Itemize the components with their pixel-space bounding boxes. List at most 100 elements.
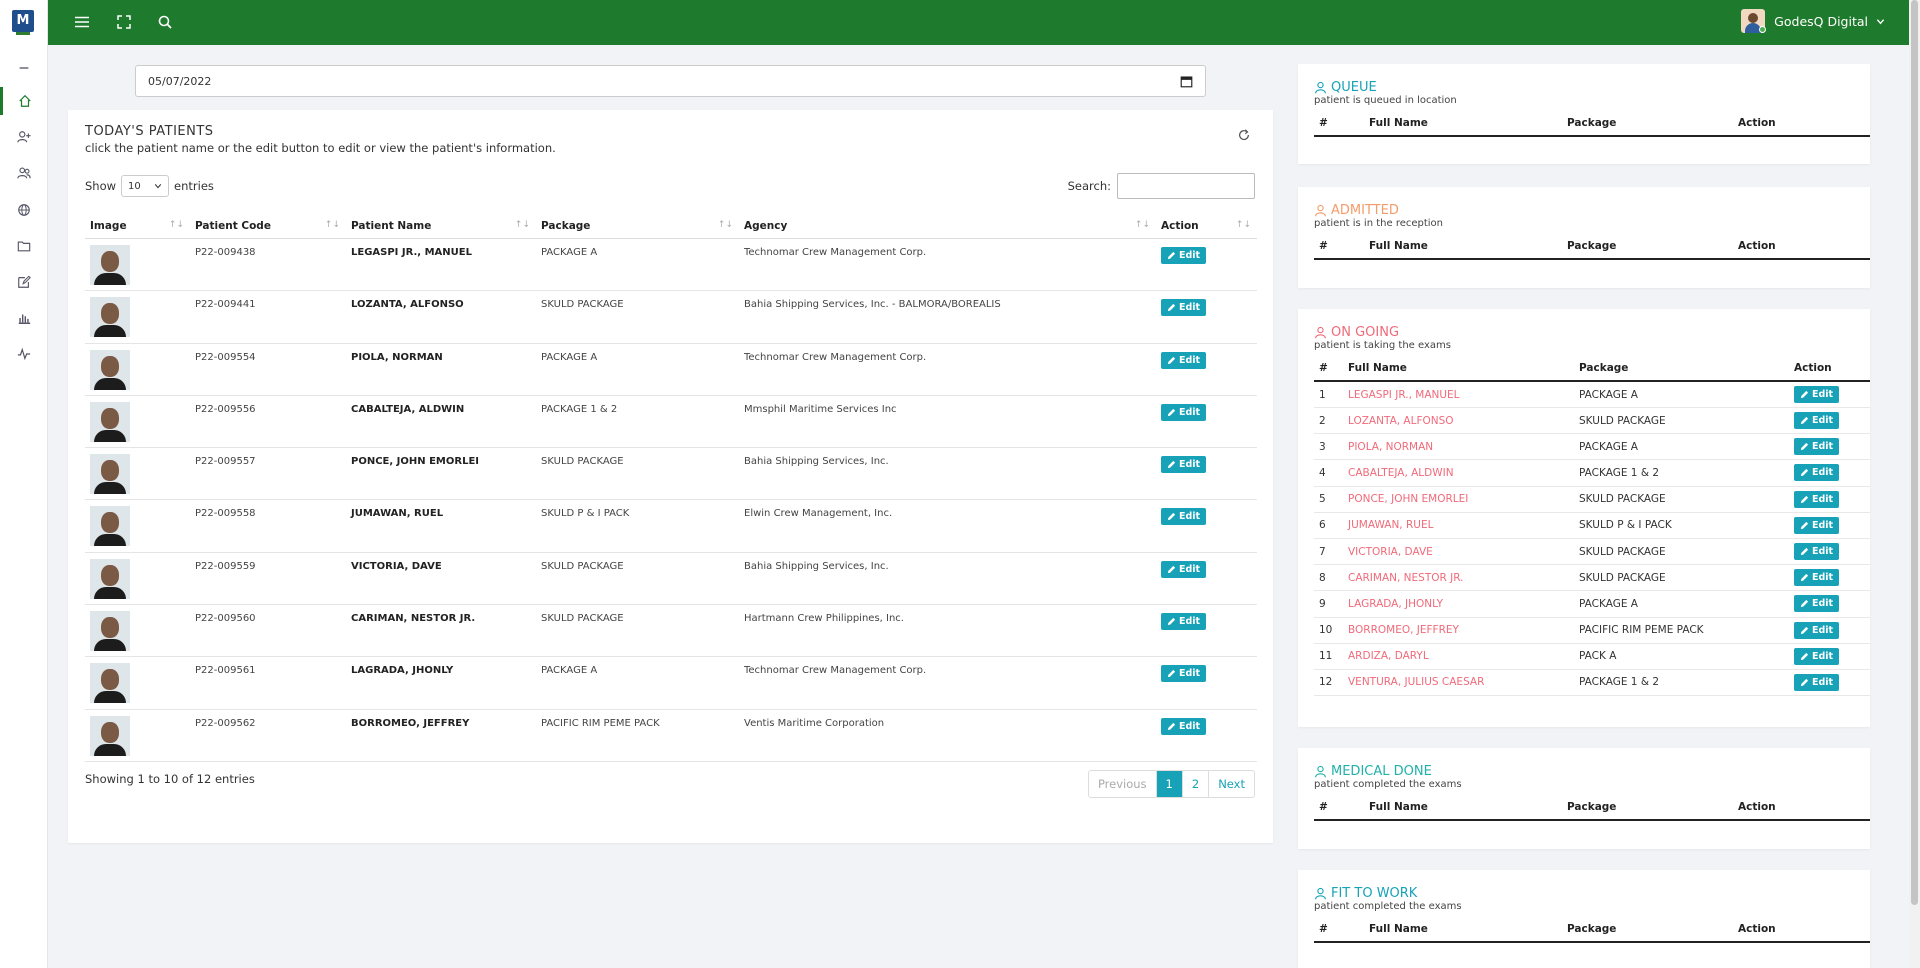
patient-image-cell — [85, 552, 190, 606]
column-header-package[interactable]: Package ↑↓ — [536, 210, 739, 239]
pencil-icon — [1167, 304, 1176, 312]
patient-name-link[interactable]: LOZANTA, ALFONSO — [346, 290, 536, 344]
pagination-next[interactable]: Next — [1208, 771, 1254, 797]
patient-package: SKULD PACKAGE — [536, 290, 739, 344]
search-icon[interactable] — [155, 12, 175, 32]
column-header-patient-name[interactable]: Patient Name ↑↓ — [346, 210, 536, 239]
sidebar-item-activity[interactable] — [0, 340, 47, 368]
column-header-image[interactable]: Image ↑↓ — [85, 210, 190, 239]
calendar-icon[interactable] — [1180, 75, 1193, 88]
edit-button[interactable]: Edit — [1794, 647, 1840, 665]
edit-button[interactable]: Edit — [1161, 560, 1207, 578]
edit-button[interactable]: Edit — [1794, 673, 1840, 691]
column-header-patient-code[interactable]: Patient Code ↑↓ — [190, 210, 346, 239]
user-menu[interactable]: GodesQ Digital — [1741, 9, 1885, 33]
edit-button[interactable]: Edit — [1794, 490, 1840, 508]
app-logo[interactable]: M — [12, 10, 34, 35]
edit-button[interactable]: Edit — [1794, 621, 1840, 639]
edit-button[interactable]: Edit — [1161, 247, 1207, 264]
patient-name-link[interactable]: CARIMAN, NESTOR JR. — [1343, 564, 1574, 592]
row-number: 3 — [1314, 433, 1343, 461]
sidebar-collapse-icon[interactable] — [0, 54, 47, 82]
patient-name-link[interactable]: JUMAWAN, RUEL — [1343, 512, 1574, 539]
search-input[interactable] — [1117, 173, 1255, 199]
patient-agency: Bahia Shipping Services, Inc. — [739, 447, 1156, 501]
patient-name-link[interactable]: CARIMAN, NESTOR JR. — [346, 604, 536, 658]
pagination-previous[interactable]: Previous — [1089, 771, 1156, 797]
patient-name-link[interactable]: BORROMEO, JEFFREY — [346, 709, 536, 762]
edit-button[interactable]: Edit — [1794, 569, 1840, 587]
patient-agency: Technomar Crew Management Corp. — [739, 238, 1156, 292]
sidebar-item-home[interactable] — [0, 87, 47, 115]
patient-name-link[interactable]: LAGRADA, JHONLY — [1343, 590, 1574, 618]
sidebar-item-add-patient[interactable] — [0, 123, 47, 151]
sidebar-item-records[interactable] — [0, 268, 47, 296]
todays-patients-card: TODAY'S PATIENTS click the patient name … — [68, 110, 1273, 843]
patient-package: PACKAGE A — [536, 343, 739, 396]
edit-button[interactable]: Edit — [1161, 456, 1207, 474]
pencil-icon — [1800, 469, 1809, 477]
date-filter-input[interactable]: 05/07/2022 — [135, 65, 1206, 97]
column-header-action[interactable]: Action ↑↓ — [1156, 210, 1257, 239]
sort-icon: ↑↓ — [168, 220, 184, 230]
row-number: 6 — [1314, 512, 1343, 539]
patient-name-link[interactable]: PONCE, JOHN EMORLEI — [1343, 486, 1574, 513]
patient-name-link[interactable]: ARDIZA, DARYL — [1343, 643, 1574, 670]
patient-name-link[interactable]: LEGASPI JR., MANUEL — [346, 238, 536, 292]
edit-button[interactable]: Edit — [1794, 386, 1840, 403]
patient-agency: Hartmann Crew Philippines, Inc. — [739, 604, 1156, 658]
row-number: 4 — [1314, 459, 1343, 487]
folder-icon — [17, 241, 30, 252]
patient-name-link[interactable]: VENTURA, JULIUS CAESAR — [1343, 669, 1574, 697]
page-scrollbar[interactable] — [1909, 0, 1920, 968]
edit-button[interactable]: Edit — [1161, 403, 1207, 421]
action-cell: Edit — [1156, 343, 1257, 396]
pagination-page-2[interactable]: 2 — [1181, 771, 1208, 797]
pencil-icon — [1800, 521, 1809, 529]
edit-button[interactable]: Edit — [1161, 613, 1207, 631]
patient-name-link[interactable]: CABALTEJA, ALDWIN — [346, 395, 536, 449]
action-cell: Edit — [1156, 709, 1257, 762]
ongoing-row: 7 VICTORIA, DAVE SKULD PACKAGE Edit — [1314, 538, 1870, 566]
patient-name-link[interactable]: PONCE, JOHN EMORLEI — [346, 447, 536, 501]
fullscreen-icon[interactable] — [114, 12, 134, 32]
show-label: Show — [85, 179, 117, 193]
edit-button[interactable]: Edit — [1161, 717, 1207, 735]
patient-name-link[interactable]: BORROMEO, JEFFREY — [1343, 617, 1574, 644]
edit-button[interactable]: Edit — [1161, 665, 1207, 683]
entries-select[interactable]: 10 — [121, 175, 170, 197]
scrollbar-thumb[interactable] — [1911, 0, 1918, 905]
edit-button[interactable]: Edit — [1161, 508, 1207, 526]
pagination-page-1[interactable]: 1 — [1155, 771, 1182, 797]
menu-icon[interactable] — [72, 12, 92, 32]
edit-button[interactable]: Edit — [1794, 464, 1840, 482]
sidebar-item-files[interactable] — [0, 232, 47, 260]
edit-button[interactable]: Edit — [1794, 438, 1840, 456]
patient-package: PACIFIC RIM PEME PACK — [1574, 617, 1789, 644]
edit-button[interactable]: Edit — [1794, 516, 1840, 534]
refresh-icon[interactable] — [1237, 128, 1251, 142]
edit-button[interactable]: Edit — [1794, 543, 1840, 561]
sidebar: M — [0, 0, 48, 968]
patient-name-link[interactable]: LEGASPI JR., MANUEL — [1343, 381, 1574, 408]
sidebar-item-agencies[interactable] — [0, 196, 47, 224]
sidebar-item-reports[interactable] — [0, 304, 47, 332]
patient-name-link[interactable]: VICTORIA, DAVE — [1343, 538, 1574, 566]
patient-name-link[interactable]: PIOLA, NORMAN — [346, 343, 536, 396]
patient-name-link[interactable]: LOZANTA, ALFONSO — [1343, 407, 1574, 435]
patient-name-link[interactable]: LAGRADA, JHONLY — [346, 656, 536, 710]
patient-package: SKULD PACKAGE — [536, 604, 739, 658]
patient-name-link[interactable]: JUMAWAN, RUEL — [346, 499, 536, 553]
column-header-agency[interactable]: Agency ↑↓ — [739, 210, 1156, 239]
edit-button[interactable]: Edit — [1794, 412, 1840, 430]
patient-code: P22-009557 — [190, 447, 346, 501]
edit-button[interactable]: Edit — [1794, 595, 1840, 613]
edit-button[interactable]: Edit — [1161, 351, 1207, 369]
patient-name-link[interactable]: PIOLA, NORMAN — [1343, 433, 1574, 461]
edit-button[interactable]: Edit — [1161, 299, 1207, 317]
patient-name-link[interactable]: VICTORIA, DAVE — [346, 552, 536, 606]
sidebar-item-patients[interactable] — [0, 159, 47, 187]
pencil-icon — [1167, 617, 1176, 626]
date-filter-value: 05/07/2022 — [148, 74, 212, 88]
patient-name-link[interactable]: CABALTEJA, ALDWIN — [1343, 459, 1574, 487]
